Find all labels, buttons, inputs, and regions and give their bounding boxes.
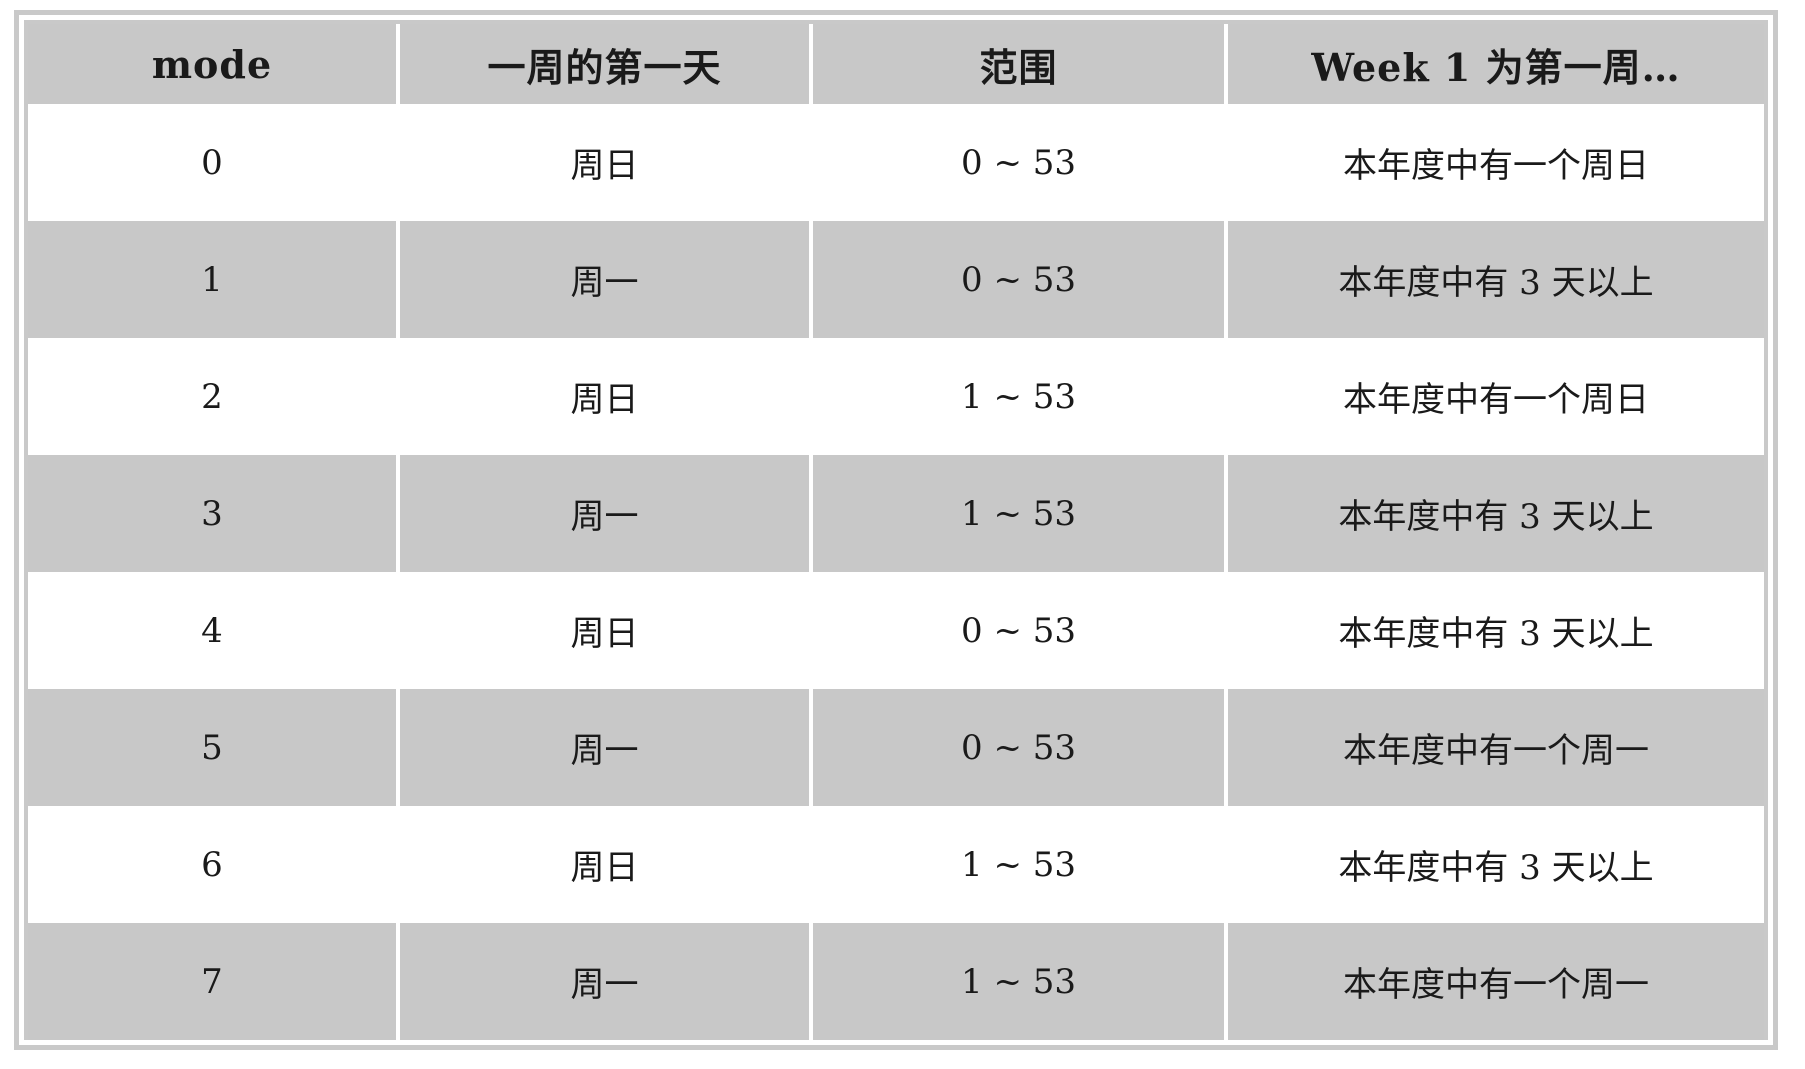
cell-week1-rule: 本年度中有一个周日 xyxy=(1224,104,1764,221)
table-row: 2 周日 1 ~ 53 本年度中有一个周日 xyxy=(28,338,1764,455)
cell-range: 0 ~ 53 xyxy=(809,104,1228,221)
cell-first-day: 周日 xyxy=(396,806,813,923)
cell-first-day: 周一 xyxy=(396,221,813,338)
header-mode: mode xyxy=(28,24,400,104)
cell-mode: 1 xyxy=(28,221,400,338)
header-row: mode 一周的第一天 范围 Week 1 为第一周… xyxy=(28,24,1764,104)
cell-range: 1 ~ 53 xyxy=(809,455,1228,572)
header-week1-rule: Week 1 为第一周… xyxy=(1224,24,1764,104)
cell-first-day: 周日 xyxy=(396,104,813,221)
header-range: 范围 xyxy=(809,24,1228,104)
cell-first-day: 周一 xyxy=(396,455,813,572)
table-row: 1 周一 0 ~ 53 本年度中有 3 天以上 xyxy=(28,221,1764,338)
cell-first-day: 周日 xyxy=(396,338,813,455)
cell-mode: 4 xyxy=(28,572,400,689)
cell-week1-rule: 本年度中有 3 天以上 xyxy=(1224,221,1764,338)
cell-week1-rule: 本年度中有一个周一 xyxy=(1224,689,1764,806)
mode-table: mode 一周的第一天 范围 Week 1 为第一周… 0 周日 0 ~ 53 … xyxy=(28,24,1764,1040)
table-inner-border: mode 一周的第一天 范围 Week 1 为第一周… 0 周日 0 ~ 53 … xyxy=(24,20,1768,1040)
table-row: 7 周一 1 ~ 53 本年度中有一个周一 xyxy=(28,923,1764,1040)
cell-week1-rule: 本年度中有一个周一 xyxy=(1224,923,1764,1040)
cell-range: 1 ~ 53 xyxy=(809,806,1228,923)
table-row: 3 周一 1 ~ 53 本年度中有 3 天以上 xyxy=(28,455,1764,572)
cell-first-day: 周一 xyxy=(396,689,813,806)
cell-mode: 3 xyxy=(28,455,400,572)
table-row: 6 周日 1 ~ 53 本年度中有 3 天以上 xyxy=(28,806,1764,923)
table-row: 0 周日 0 ~ 53 本年度中有一个周日 xyxy=(28,104,1764,221)
cell-mode: 5 xyxy=(28,689,400,806)
table-row: 5 周一 0 ~ 53 本年度中有一个周一 xyxy=(28,689,1764,806)
cell-range: 1 ~ 53 xyxy=(809,923,1228,1040)
cell-range: 0 ~ 53 xyxy=(809,572,1228,689)
cell-week1-rule: 本年度中有一个周日 xyxy=(1224,338,1764,455)
cell-first-day: 周一 xyxy=(396,923,813,1040)
cell-first-day: 周日 xyxy=(396,572,813,689)
cell-range: 0 ~ 53 xyxy=(809,689,1228,806)
header-first-day: 一周的第一天 xyxy=(396,24,813,104)
cell-week1-rule: 本年度中有 3 天以上 xyxy=(1224,455,1764,572)
cell-mode: 6 xyxy=(28,806,400,923)
cell-mode: 0 xyxy=(28,104,400,221)
table-frame: mode 一周的第一天 范围 Week 1 为第一周… 0 周日 0 ~ 53 … xyxy=(14,10,1778,1050)
cell-range: 1 ~ 53 xyxy=(809,338,1228,455)
cell-week1-rule: 本年度中有 3 天以上 xyxy=(1224,572,1764,689)
cell-mode: 7 xyxy=(28,923,400,1040)
cell-range: 0 ~ 53 xyxy=(809,221,1228,338)
cell-mode: 2 xyxy=(28,338,400,455)
table-row: 4 周日 0 ~ 53 本年度中有 3 天以上 xyxy=(28,572,1764,689)
cell-week1-rule: 本年度中有 3 天以上 xyxy=(1224,806,1764,923)
